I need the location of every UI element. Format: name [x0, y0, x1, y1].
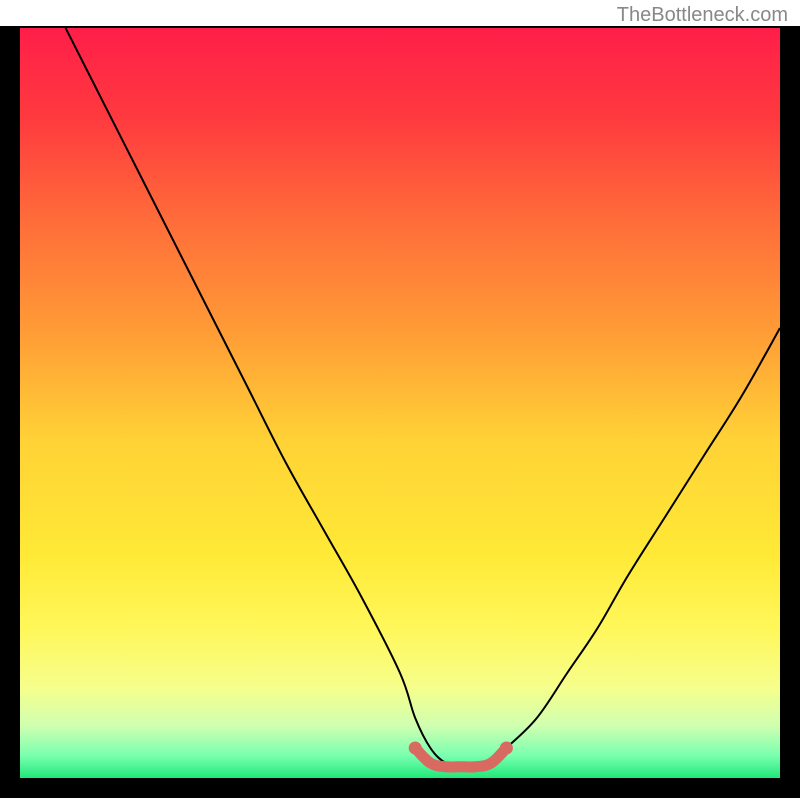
gradient-background — [20, 28, 780, 778]
highlight-endpoint — [409, 742, 422, 755]
chart-plot — [20, 28, 780, 778]
watermark-text: TheBottleneck.com — [617, 4, 788, 27]
highlight-endpoint — [500, 742, 513, 755]
chart-frame — [0, 26, 800, 798]
chart-svg — [20, 28, 780, 778]
